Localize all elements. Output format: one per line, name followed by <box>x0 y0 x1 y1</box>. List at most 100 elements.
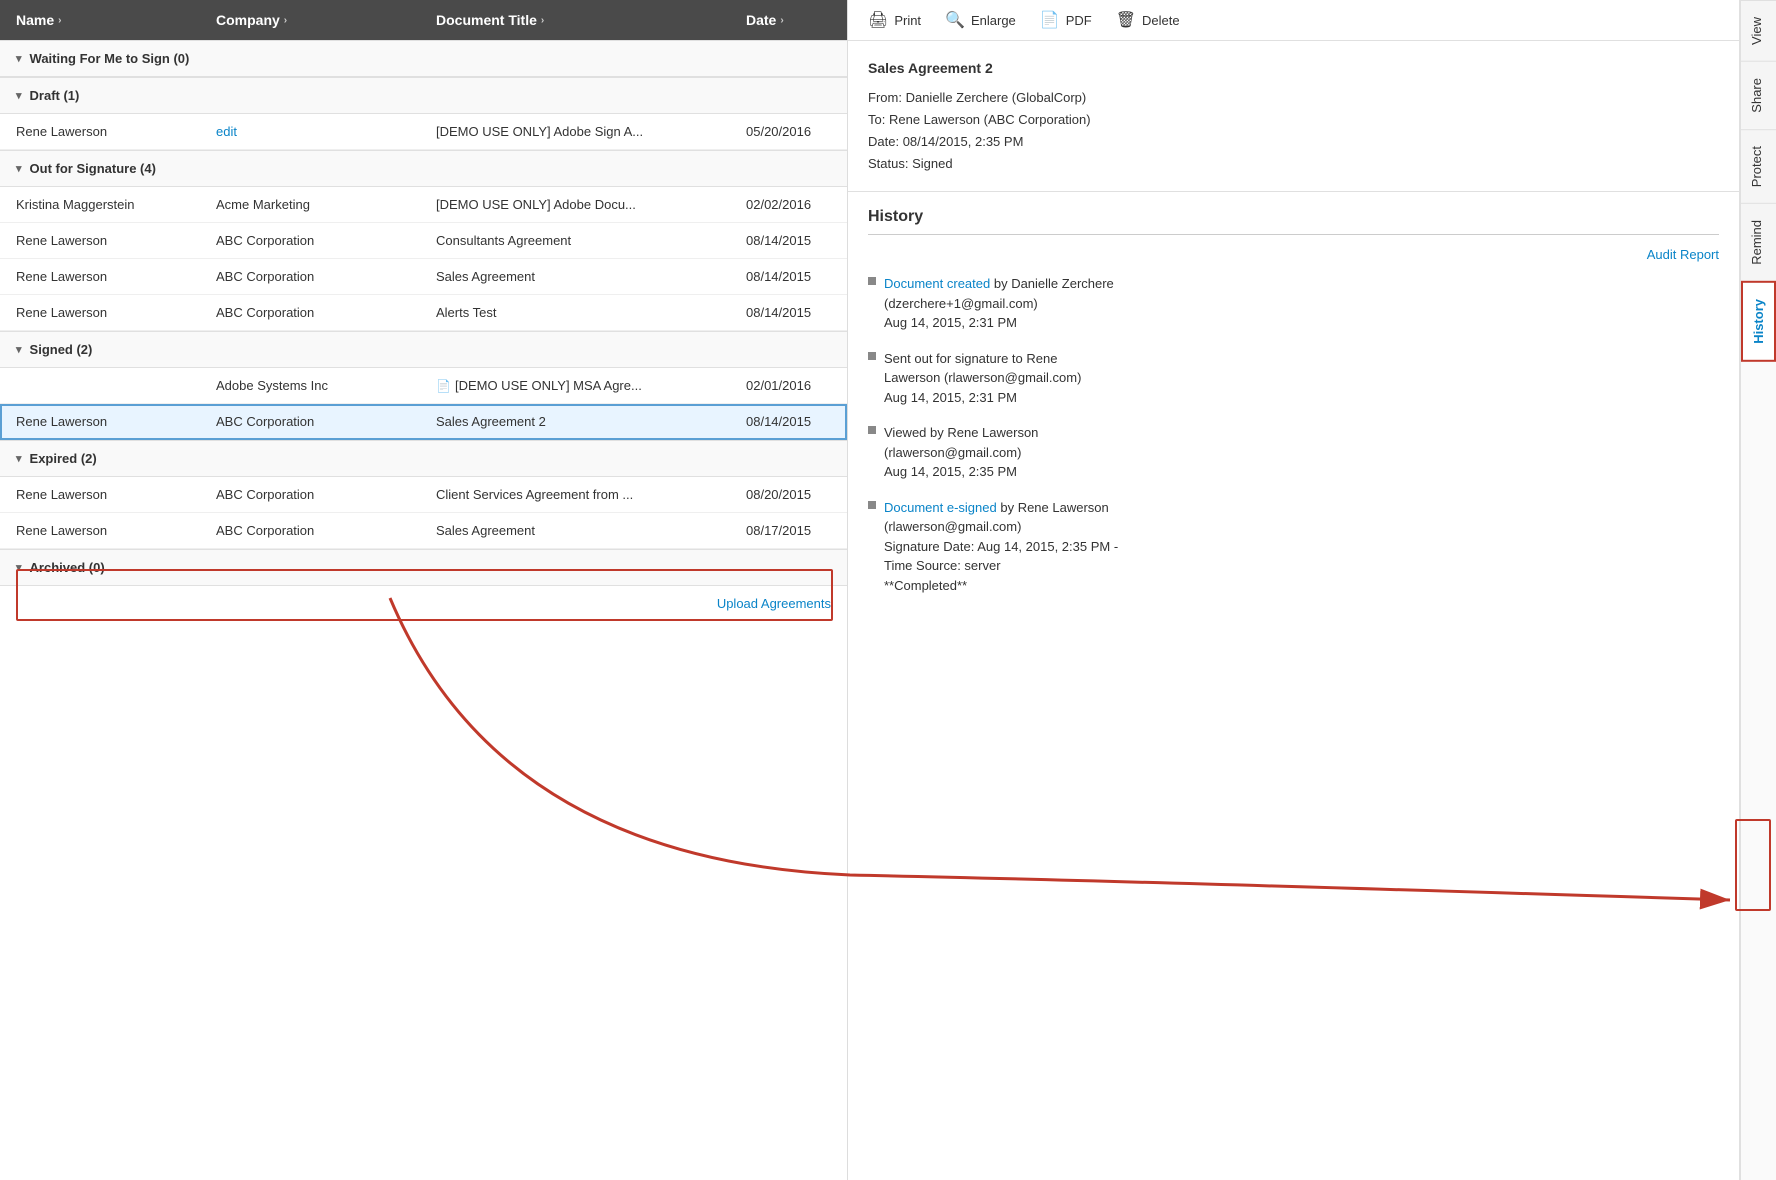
row-company: ABC Corporation <box>216 523 436 538</box>
upload-agreements-link[interactable]: Upload Agreements <box>717 596 831 611</box>
history-item-text: Viewed by Rene Lawerson(rlawerson@gmail.… <box>884 423 1038 482</box>
doc-date-row: Date: 08/14/2015, 2:35 PM <box>868 131 1719 153</box>
row-date: 02/02/2016 <box>746 197 848 212</box>
doc-date-value: 08/14/2015, 2:35 PM <box>903 134 1024 149</box>
row-document-title: Client Services Agreement from ... <box>436 487 746 502</box>
row-date: 08/14/2015 <box>746 233 848 248</box>
history-bullet-icon <box>868 426 876 434</box>
protect-tab[interactable]: Protect <box>1741 129 1776 203</box>
selected-table-row[interactable]: Rene Lawerson ABC Corporation Sales Agre… <box>0 404 847 440</box>
company-sort-icon: › <box>284 15 287 26</box>
table-row[interactable]: Kristina Maggerstein Acme Marketing [DEM… <box>0 187 847 223</box>
row-date: 02/01/2016 <box>746 378 848 393</box>
row-name: Rene Lawerson <box>16 233 216 248</box>
section-out-for-signature-header[interactable]: ▾ Out for Signature (4) <box>0 150 847 187</box>
audit-report-container: Audit Report <box>868 247 1719 262</box>
date-column-header[interactable]: Date › <box>746 12 848 28</box>
doc-to-value: Rene Lawerson (ABC Corporation) <box>889 112 1091 127</box>
enlarge-button[interactable]: 🔍 Enlarge <box>945 10 1016 30</box>
document-detail-panel: 🖨 Print 🔍 Enlarge 📄 PDF 🗑 Delete <box>848 0 1740 1180</box>
upload-agreements-container: Upload Agreements <box>0 586 847 621</box>
document-info: Sales Agreement 2 From: Danielle Zercher… <box>848 41 1739 192</box>
section-waiting-header[interactable]: ▾ Waiting For Me to Sign (0) <box>0 40 847 77</box>
history-item-text: Document e-signed by Rene Lawerson(rlawe… <box>884 498 1118 596</box>
table-row[interactable]: Rene Lawerson edit [DEMO USE ONLY] Adobe… <box>0 114 847 150</box>
history-item-text: Document created by Danielle Zerchere(dz… <box>884 274 1114 333</box>
history-title: History <box>868 208 1719 226</box>
section-archived-header[interactable]: ▾ Archived (0) <box>0 549 847 586</box>
document-icon: 📄 <box>436 379 451 393</box>
document-toolbar: 🖨 Print 🔍 Enlarge 📄 PDF 🗑 Delete <box>848 0 1739 41</box>
row-document-title: [DEMO USE ONLY] Adobe Sign A... <box>436 124 746 139</box>
table-row[interactable]: Adobe Systems Inc 📄[DEMO USE ONLY] MSA A… <box>0 368 847 404</box>
history-divider <box>868 234 1719 235</box>
table-row[interactable]: Rene Lawerson ABC Corporation Alerts Tes… <box>0 295 847 331</box>
row-company: ABC Corporation <box>216 487 436 502</box>
name-column-header[interactable]: Name › <box>16 12 216 28</box>
row-name: Kristina Maggerstein <box>16 197 216 212</box>
row-document-title: Alerts Test <box>436 305 746 320</box>
view-tab[interactable]: View <box>1741 0 1776 61</box>
remind-tab[interactable]: Remind <box>1741 203 1776 281</box>
signed-chevron-icon: ▾ <box>16 343 22 356</box>
history-item: Viewed by Rene Lawerson(rlawerson@gmail.… <box>868 423 1719 482</box>
company-column-header[interactable]: Company › <box>216 12 436 28</box>
row-date: 08/14/2015 <box>746 305 848 320</box>
history-tab[interactable]: History <box>1741 281 1776 362</box>
row-company-edit-link[interactable]: edit <box>216 124 436 139</box>
enlarge-icon: 🔍 <box>945 10 965 30</box>
row-company: ABC Corporation <box>216 233 436 248</box>
row-date: 08/20/2015 <box>746 487 848 502</box>
table-row[interactable]: Rene Lawerson ABC Corporation Client Ser… <box>0 477 847 513</box>
table-row[interactable]: Rene Lawerson ABC Corporation Sales Agre… <box>0 513 847 549</box>
history-bullet-icon <box>868 501 876 509</box>
delete-icon: 🗑 <box>1116 10 1136 30</box>
section-draft-header[interactable]: ▾ Draft (1) <box>0 77 847 114</box>
agreements-list: Name › Company › Document Title › Date ›… <box>0 0 848 1180</box>
print-button[interactable]: 🖨 Print <box>868 10 921 30</box>
row-document-title: Sales Agreement 2 <box>436 414 746 429</box>
waiting-chevron-icon: ▾ <box>16 52 22 65</box>
document-created-link[interactable]: Document created <box>884 276 990 291</box>
right-panel: 🖨 Print 🔍 Enlarge 📄 PDF 🗑 Delete <box>848 0 1776 1180</box>
row-company: ABC Corporation <box>216 269 436 284</box>
row-document-title: [DEMO USE ONLY] Adobe Docu... <box>436 197 746 212</box>
history-item: Sent out for signature to ReneLawerson (… <box>868 349 1719 408</box>
section-signed-header[interactable]: ▾ Signed (2) <box>0 331 847 368</box>
pdf-button[interactable]: 📄 PDF <box>1040 10 1092 30</box>
history-item: Document e-signed by Rene Lawerson(rlawe… <box>868 498 1719 596</box>
document-title: Sales Agreement 2 <box>868 57 1719 81</box>
row-document-title: Sales Agreement <box>436 269 746 284</box>
side-tabs-panel: View Share Protect Remind History <box>1740 0 1776 1180</box>
share-tab[interactable]: Share <box>1741 61 1776 129</box>
row-document-title: 📄[DEMO USE ONLY] MSA Agre... <box>436 378 746 393</box>
row-company: Adobe Systems Inc <box>216 378 436 393</box>
document-esigned-link[interactable]: Document e-signed <box>884 500 997 515</box>
table-row[interactable]: Rene Lawerson ABC Corporation Consultant… <box>0 223 847 259</box>
audit-report-link[interactable]: Audit Report <box>1647 247 1719 262</box>
history-item-text: Sent out for signature to ReneLawerson (… <box>884 349 1081 408</box>
history-bullet-icon <box>868 277 876 285</box>
draft-chevron-icon: ▾ <box>16 89 22 102</box>
delete-button[interactable]: 🗑 Delete <box>1116 10 1180 30</box>
document-title-column-header[interactable]: Document Title › <box>436 12 746 28</box>
row-document-title: Consultants Agreement <box>436 233 746 248</box>
doc-from-value: Danielle Zerchere (GlobalCorp) <box>906 90 1087 105</box>
out-for-sig-chevron-icon: ▾ <box>16 162 22 175</box>
row-name: Rene Lawerson <box>16 523 216 538</box>
table-row[interactable]: Rene Lawerson ABC Corporation Sales Agre… <box>0 259 847 295</box>
row-name: Rene Lawerson <box>16 414 216 429</box>
row-name: Rene Lawerson <box>16 269 216 284</box>
archived-chevron-icon: ▾ <box>16 561 22 574</box>
expired-chevron-icon: ▾ <box>16 452 22 465</box>
row-company: ABC Corporation <box>216 305 436 320</box>
name-sort-icon: › <box>58 15 61 26</box>
doc-from-row: From: Danielle Zerchere (GlobalCorp) <box>868 87 1719 109</box>
section-expired-header[interactable]: ▾ Expired (2) <box>0 440 847 477</box>
row-name: Rene Lawerson <box>16 305 216 320</box>
document-title-sort-icon: › <box>541 15 544 26</box>
history-bullet-icon <box>868 352 876 360</box>
row-company: Acme Marketing <box>216 197 436 212</box>
row-date: 08/14/2015 <box>746 269 848 284</box>
history-item: Document created by Danielle Zerchere(dz… <box>868 274 1719 333</box>
